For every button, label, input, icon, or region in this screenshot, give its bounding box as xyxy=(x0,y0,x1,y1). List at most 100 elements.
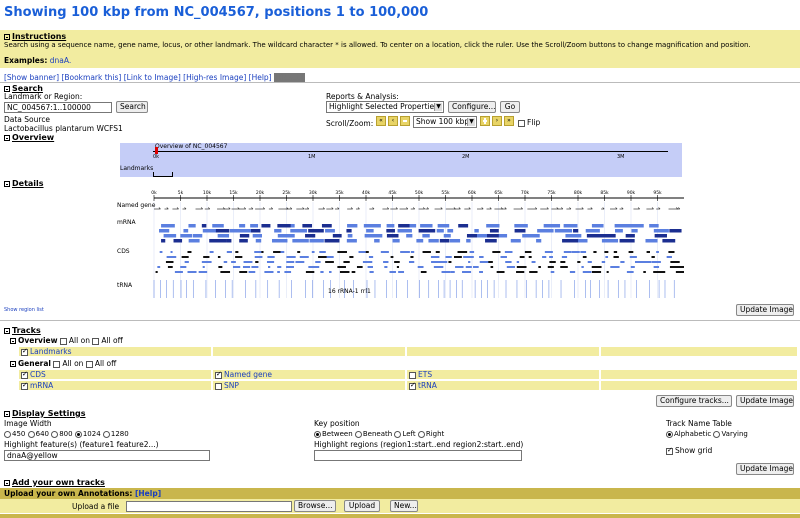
scroll-right-icon[interactable]: » xyxy=(504,116,514,126)
cds-feature xyxy=(165,261,174,263)
step-left-icon[interactable]: ‹ xyxy=(388,116,398,126)
flip-control[interactable]: Flip xyxy=(518,118,540,127)
track-item-ets[interactable]: ETS xyxy=(406,369,600,380)
snp-checkbox[interactable] xyxy=(215,382,222,390)
width-label: 800 xyxy=(59,430,73,438)
upload-button[interactable]: Upload xyxy=(344,500,380,512)
overview-region-bracket xyxy=(153,172,173,177)
show-banner-link[interactable]: [Show banner] xyxy=(4,73,59,82)
ets-checkbox[interactable] xyxy=(409,371,416,379)
configure-tracks-button[interactable]: Configure tracks... xyxy=(656,395,732,407)
overview-all-off-checkbox[interactable] xyxy=(92,337,100,345)
details-grid xyxy=(153,202,658,298)
go-button[interactable]: Go xyxy=(500,101,520,113)
track-item-trna[interactable]: tRNA xyxy=(406,380,600,391)
cds-checkbox[interactable] xyxy=(21,370,28,379)
search-button[interactable]: Search xyxy=(116,101,148,113)
zoom-select[interactable]: Show 100 kbp ▼ xyxy=(413,116,477,128)
track-item-snp[interactable]: SNP xyxy=(212,380,406,391)
update-image-button[interactable]: Update Image xyxy=(736,304,794,316)
width-option-450[interactable]: 450 xyxy=(4,430,25,438)
width-label: 450 xyxy=(12,430,26,438)
cds-feature xyxy=(677,266,687,268)
zoom-in-icon[interactable] xyxy=(480,116,490,126)
cds-feature xyxy=(286,256,296,258)
overview-all-on-checkbox[interactable] xyxy=(59,337,67,345)
mrna-feature xyxy=(212,224,224,228)
chevron-down-icon: ▼ xyxy=(467,118,475,126)
landmarks-checkbox[interactable] xyxy=(21,347,28,356)
named-gene-checkbox[interactable] xyxy=(215,370,222,379)
update-image-button[interactable]: Update Image xyxy=(736,395,794,407)
width-option-1024[interactable]: 1024 xyxy=(74,430,101,438)
radio-icon xyxy=(4,430,11,438)
scroll-left-icon[interactable]: « xyxy=(376,116,386,126)
zoom-out-icon[interactable] xyxy=(400,116,410,126)
tracks-section-toggle[interactable]: Tracks xyxy=(4,326,41,335)
show-grid-checkbox[interactable] xyxy=(666,446,673,455)
update-image-button[interactable]: Update Image xyxy=(736,463,794,475)
details-panel[interactable]: 0k 5k 10k 15k 20k 25k 30k 35k 40k 45k 50k 55k 60k 65k… xyxy=(116,188,687,300)
width-option-640[interactable]: 640 xyxy=(27,430,49,438)
show-grid-control[interactable]: Show grid xyxy=(666,446,712,455)
details-tick-label: 45k xyxy=(388,190,397,196)
high-res-image-link[interactable]: [High-res Image] xyxy=(183,73,246,82)
highlight-regions-input[interactable] xyxy=(314,450,522,461)
track-item-landmarks[interactable]: Landmarks xyxy=(18,346,212,357)
highlight-features-input[interactable]: dnaA@yellow xyxy=(4,450,210,461)
upload-file-input[interactable] xyxy=(126,501,292,512)
mrna-feature xyxy=(436,229,444,233)
track-cell-empty xyxy=(600,369,798,380)
configure-button[interactable]: Configure... xyxy=(448,101,496,113)
key-position-left[interactable]: Left xyxy=(394,430,416,438)
collapse-icon[interactable] xyxy=(10,361,16,367)
bookmark-link[interactable]: [Bookmark this] xyxy=(61,73,121,82)
general-all-on-checkbox[interactable] xyxy=(53,360,61,368)
instructions-toggle[interactable]: Instructions xyxy=(4,32,66,41)
new-button[interactable]: New... xyxy=(390,500,418,512)
cds-feature xyxy=(299,256,309,258)
track-name-varying[interactable]: Varying xyxy=(713,430,748,438)
collapse-icon[interactable] xyxy=(10,338,16,344)
display-section-toggle[interactable]: Display Settings xyxy=(4,409,86,418)
key-position-label: Key position xyxy=(314,419,360,428)
mrna-feature xyxy=(578,239,588,243)
width-option-1280[interactable]: 1280 xyxy=(102,430,129,438)
mrna-feature xyxy=(514,229,526,233)
landmark-input[interactable]: NC_004567:1..100000 xyxy=(4,102,112,113)
mrna-checkbox[interactable] xyxy=(21,381,28,390)
details-section-toggle[interactable]: Details xyxy=(4,179,44,188)
trna-checkbox[interactable] xyxy=(409,381,416,390)
example-link[interactable]: dnaA. xyxy=(50,56,72,65)
mrna-feature xyxy=(486,224,500,228)
cds-feature xyxy=(479,256,484,258)
help-link[interactable]: [Help] xyxy=(249,73,272,82)
overview-section-toggle[interactable]: Overview xyxy=(4,133,54,142)
reset-link[interactable]: [Reset] xyxy=(273,73,305,82)
cds-feature xyxy=(593,251,597,253)
own-tracks-section-toggle[interactable]: Add your own tracks xyxy=(4,478,105,487)
track-item-cds[interactable]: CDS xyxy=(18,369,212,380)
track-item-label: tRNA xyxy=(418,381,437,390)
track-item-mrna[interactable]: mRNA xyxy=(18,380,212,391)
cds-feature xyxy=(653,266,660,268)
browse-button[interactable]: Browse... xyxy=(294,500,336,512)
key-position-right[interactable]: Right xyxy=(417,430,444,438)
width-option-800[interactable]: 800 xyxy=(51,430,73,438)
general-all-off-checkbox[interactable] xyxy=(85,360,93,368)
region-list-link[interactable]: Show region list xyxy=(4,307,44,313)
upload-help-link[interactable]: [Help] xyxy=(135,489,161,498)
reports-select[interactable]: Highlight Selected Properties ▼ xyxy=(326,101,444,113)
key-position-beneath[interactable]: Beneath xyxy=(354,430,392,438)
key-position-between[interactable]: Between xyxy=(314,430,353,438)
cds-feature xyxy=(582,256,587,258)
details-tick-label: 60k xyxy=(468,190,477,196)
cds-feature xyxy=(591,266,602,268)
flip-checkbox[interactable] xyxy=(518,119,525,127)
track-item-named-gene[interactable]: Named gene xyxy=(212,369,406,380)
link-to-image-link[interactable]: [Link to Image] xyxy=(124,73,181,82)
step-right-icon[interactable]: › xyxy=(492,116,502,126)
cds-feature xyxy=(582,271,592,273)
track-name-alphabetic[interactable]: Alphabetic xyxy=(666,430,711,438)
cds-feature xyxy=(448,261,452,263)
